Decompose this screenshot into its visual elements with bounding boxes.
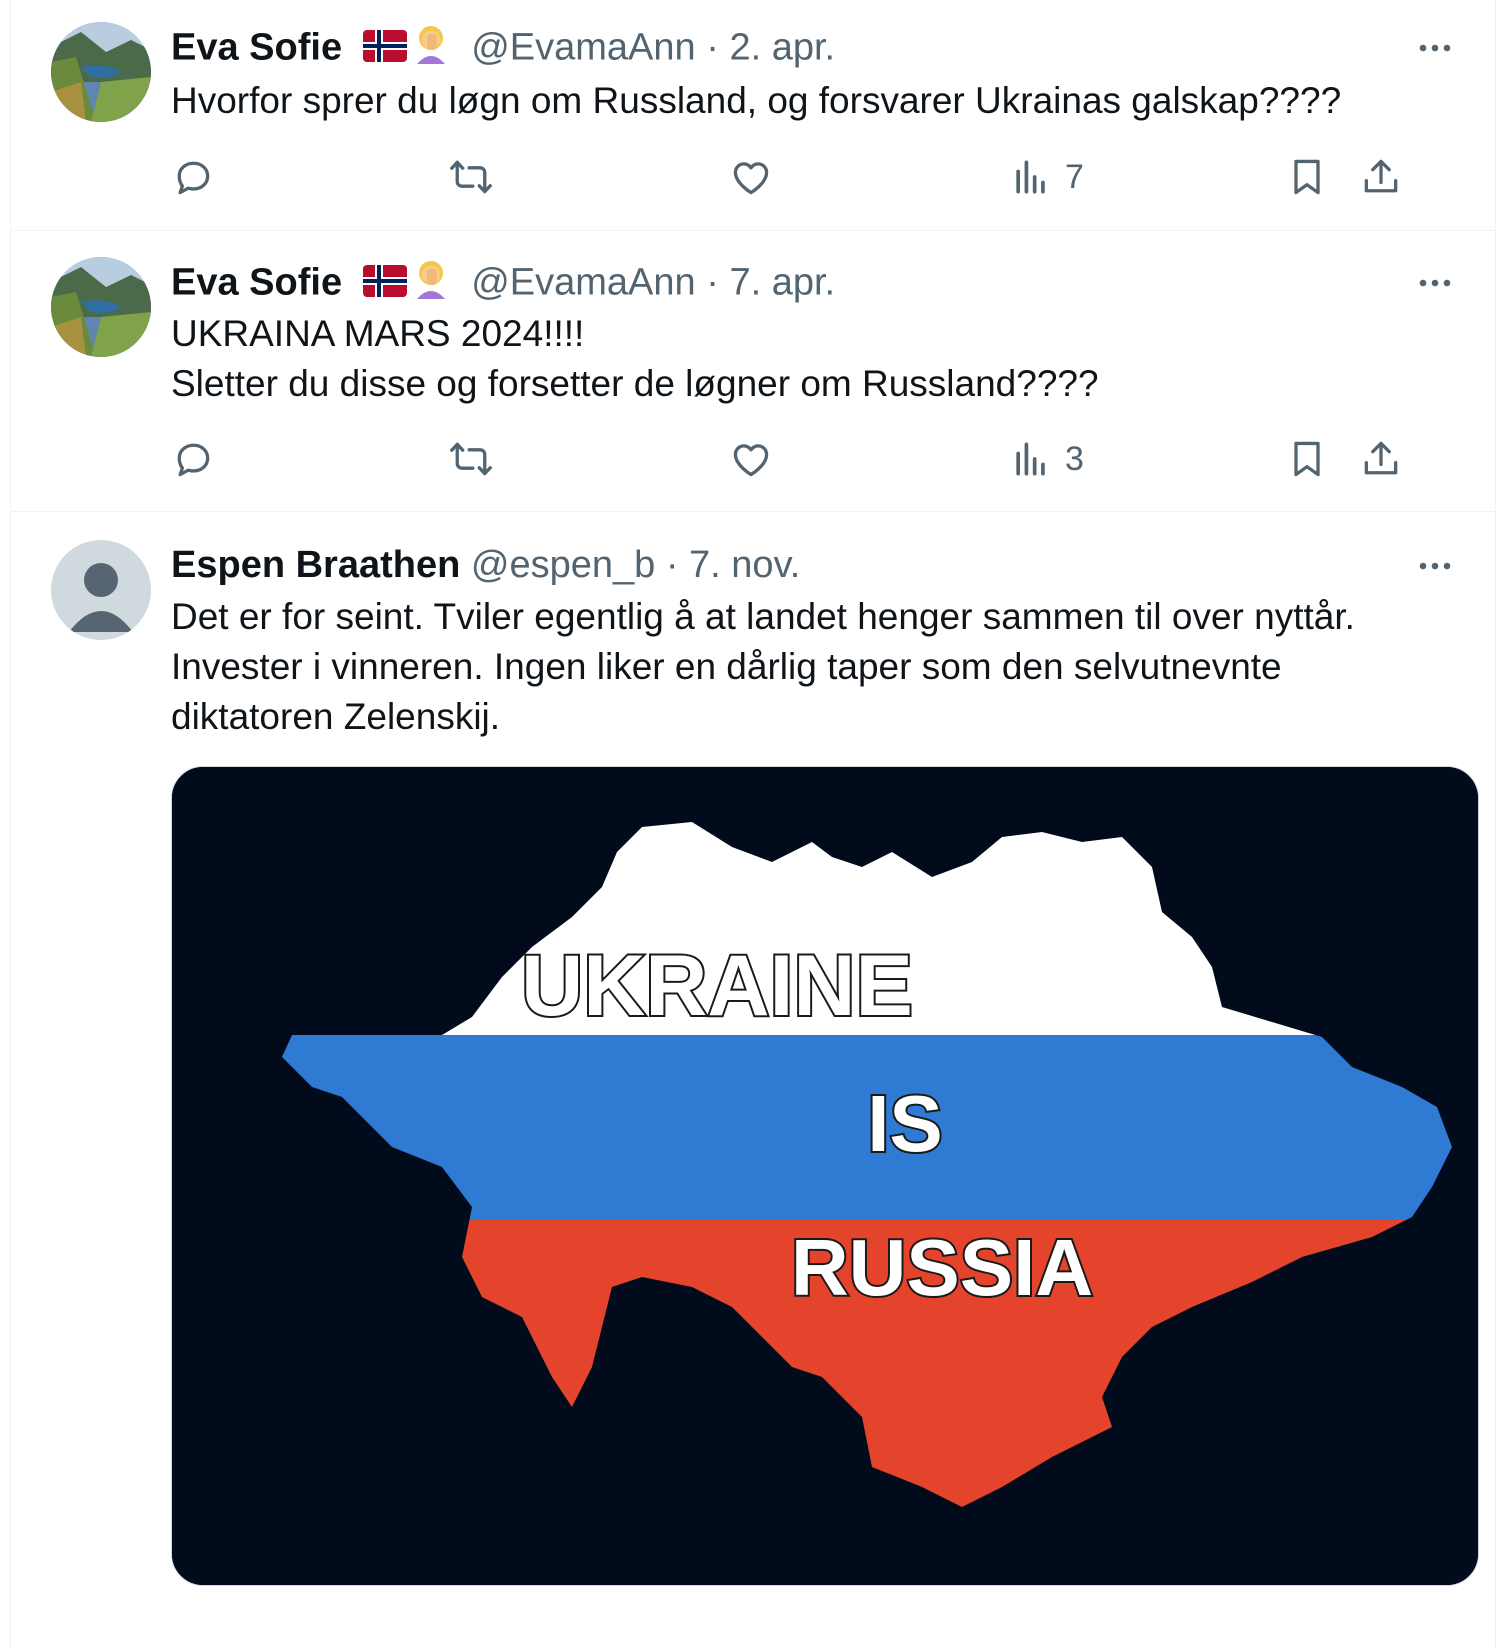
display-name[interactable]: Eva Sofie [171,262,342,304]
timeline-column: Eva Sofie @EvamaAnn · 2. apr. Hvorfor sp… [10,0,1496,1650]
tweet-text-line: Sletter du disse og forsetter de løgner … [171,363,1099,404]
separator-dot: · [706,26,719,69]
tweet-header: Espen Braathen @espen_b · 7. nov. [171,542,800,588]
share-button[interactable] [1359,152,1403,202]
reply-button[interactable] [171,152,215,202]
tweet-date[interactable]: 2. apr. [729,27,835,69]
tweet-date[interactable]: 7. apr. [729,262,835,304]
woman-facepalming-icon [413,259,449,310]
handle[interactable]: @EvamaAnn [471,262,695,304]
retweet-button[interactable] [449,152,493,202]
media-word-ukraine: UKRAINE [521,938,913,1034]
more-dots-icon[interactable] [1415,28,1455,68]
retweet-button[interactable] [449,434,493,484]
media-word-russia: RUSSIA [791,1223,1093,1312]
tweet-header: Eva Sofie @EvamaAnn · 7. apr. [171,259,835,310]
views-button[interactable]: 7 [1009,152,1084,202]
display-name[interactable]: Espen Braathen [171,544,460,586]
reply-icon [177,443,210,477]
tweet-text: Hvorfor sprer du løgn om Russland, og fo… [171,80,1342,121]
tweet-1[interactable]: Eva Sofie @EvamaAnn · 2. apr. Hvorfor sp… [11,0,1495,230]
landscape-avatar-icon [51,257,151,357]
handle[interactable]: @EvamaAnn [471,27,695,69]
norway-flag-icon [362,27,407,73]
views-icon [1016,442,1045,476]
avatar[interactable] [51,22,151,122]
bookmark-button[interactable] [1285,152,1329,202]
media-word-is: IS [867,1079,943,1168]
tweet-text: Det er for seint. Tviler egentlig å at l… [171,596,1355,737]
tweet-text: UKRAINA MARS 2024!!!! Sletter du disse o… [171,309,1435,409]
avatar[interactable] [51,257,151,357]
tweet-actions: 7 [171,152,1471,202]
heart-icon [733,162,769,195]
default-profile-avatar-icon [51,540,151,640]
tweet-media-image[interactable]: UKRAINE IS RUSSIA [171,766,1479,1586]
more-dots-icon[interactable] [1415,263,1455,303]
tweet-text-line: UKRAINA MARS 2024!!!! [171,313,585,354]
tweet-date[interactable]: 7. nov. [689,544,800,586]
avatar[interactable] [51,540,151,640]
views-count: 3 [1065,439,1084,478]
share-icon [1364,159,1398,193]
tweet-2[interactable]: Eva Sofie @EvamaAnn · 7. apr. UKRAINA MA… [11,231,1495,511]
share-button[interactable] [1359,434,1403,484]
norway-flag-icon [362,262,407,308]
separator-dot: · [706,261,719,304]
woman-facepalming-icon [413,24,449,75]
tweet-actions: 3 [171,434,1471,484]
retweet-icon [450,160,492,194]
views-count: 7 [1065,157,1084,196]
reply-icon [177,161,210,195]
display-name[interactable]: Eva Sofie [171,27,342,69]
like-button[interactable] [729,152,773,202]
views-icon [1016,160,1045,194]
tweet-header: Eva Sofie @EvamaAnn · 2. apr. [171,24,835,75]
separator-dot: · [665,544,679,586]
like-button[interactable] [729,434,773,484]
reply-button[interactable] [171,434,215,484]
bookmark-icon [1294,441,1320,477]
ukraine-map-image: UKRAINE IS RUSSIA [172,767,1478,1585]
landscape-avatar-icon [51,22,151,122]
heart-icon [733,444,769,477]
retweet-icon [450,442,492,476]
more-dots-icon[interactable] [1415,546,1455,586]
views-button[interactable]: 3 [1009,434,1084,484]
bookmark-button[interactable] [1285,434,1329,484]
bookmark-icon [1294,159,1320,195]
share-icon [1364,441,1398,475]
handle[interactable]: @espen_b [471,544,655,586]
